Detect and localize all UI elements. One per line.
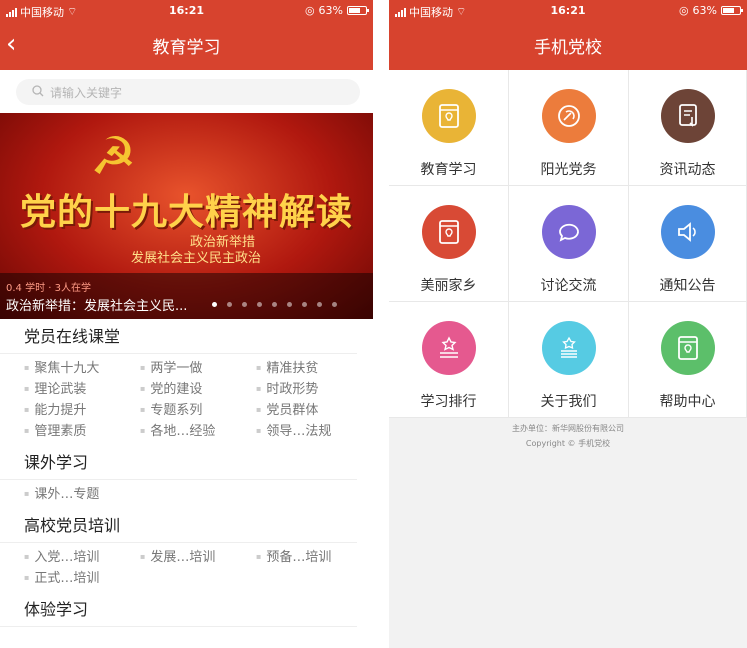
- nav-bar: ‹ 教育学习: [0, 20, 373, 70]
- course-category-link[interactable]: 各地…经验: [140, 421, 256, 442]
- grid-tile[interactable]: 学习排行: [389, 302, 509, 418]
- section-items: 入党…培训发展…培训预备…培训正式…培训: [0, 543, 373, 593]
- carousel-dot[interactable]: [272, 302, 277, 307]
- course-category-link[interactable]: 发展…培训: [140, 547, 256, 568]
- course-category-link[interactable]: 课外…专题: [24, 484, 140, 505]
- section-title: 课外学习: [0, 446, 357, 480]
- course-list: 党员在线课堂聚焦十九大两学一做精准扶贫理论武装党的建设时政形势能力提升专题系列党…: [0, 320, 373, 627]
- section-items: 聚焦十九大两学一做精准扶贫理论武装党的建设时政形势能力提升专题系列党员群体管理素…: [0, 354, 373, 446]
- party-emblem-icon: ☭: [90, 127, 137, 187]
- grid-tile-label: 学习排行: [420, 394, 477, 410]
- alarm-icon: ◎: [678, 4, 689, 17]
- emblem-icon: [541, 89, 596, 143]
- banner-caption-bar: 0.4 学时 · 3人在学 政治新举措：发展社会主义民...: [0, 273, 373, 319]
- grid-tile[interactable]: 阳光党务: [509, 70, 629, 186]
- carousel-dot[interactable]: [302, 302, 307, 307]
- section-title: 体验学习: [0, 593, 357, 627]
- grid-tile[interactable]: 通知公告: [629, 186, 747, 302]
- section-title: 高校党员培训: [0, 509, 357, 543]
- carousel-dot[interactable]: [257, 302, 262, 307]
- course-category-link[interactable]: 预备…培训: [256, 547, 372, 568]
- nav-bar: 手机党校: [389, 20, 747, 70]
- search-input[interactable]: 请输入关键字: [16, 79, 360, 105]
- grid-tile-label: 帮助中心: [659, 394, 716, 410]
- section-items: 课外…专题: [0, 480, 373, 509]
- footer-copyright: Copyright © 手机党校: [525, 439, 611, 448]
- grid-tile-label: 通知公告: [659, 278, 716, 294]
- carousel-dot[interactable]: [242, 302, 247, 307]
- page-title: 教育学习: [152, 38, 221, 58]
- status-bar: 中国移动 ⌔ 16:21 ◎ 63%: [0, 0, 373, 20]
- search-placeholder: 请输入关键字: [50, 85, 123, 100]
- grid-tile-label: 讨论交流: [540, 278, 597, 294]
- course-category-link[interactable]: 两学一做: [140, 358, 256, 379]
- speaker-icon: [660, 205, 715, 259]
- course-category-link[interactable]: 精准扶贫: [256, 358, 372, 379]
- chat-icon: [541, 205, 596, 259]
- course-category-link[interactable]: 聚焦十九大: [24, 358, 140, 379]
- banner-subtitle-2: 发展社会主义民主政治: [130, 251, 261, 266]
- section-title: 党员在线课堂: [0, 320, 357, 354]
- carousel-dot[interactable]: [332, 302, 337, 307]
- carousel-dot[interactable]: [212, 302, 217, 307]
- feature-grid: 教育学习 阳光党务 资讯动态美丽家乡 讨论交流 通知公告学习排行 关于我们 帮助中心: [389, 70, 747, 418]
- book-icon: [421, 89, 476, 143]
- grid-tile[interactable]: 教育学习: [389, 70, 509, 186]
- battery-icon: [721, 6, 743, 15]
- course-category-link[interactable]: 党员群体: [256, 400, 372, 421]
- carousel-dot[interactable]: [227, 302, 232, 307]
- status-bar: 中国移动 ⌔ 16:21 ◎ 63%: [389, 0, 747, 20]
- course-category-link[interactable]: 领导…法规: [256, 421, 372, 442]
- rank-icon: [421, 321, 476, 375]
- banner-carousel[interactable]: ☭ 党的十九大精神解读 政治新举措 发展社会主义民主政治 0.4 学时 · 3人…: [0, 113, 373, 319]
- grid-tile-label: 关于我们: [540, 394, 597, 410]
- banner-caption: 政治新举措：发展社会主义民...: [6, 299, 188, 314]
- grid-tile-label: 美丽家乡: [420, 278, 477, 294]
- left-screen: 中国移动 ⌔ 16:21 ◎ 63% ‹ 教育学习 请输入关键字 ☭ 党的十九大…: [0, 0, 373, 648]
- banner-title: 党的十九大精神解读: [19, 192, 353, 233]
- carousel-dots[interactable]: [212, 302, 337, 307]
- grid-tile-label: 资讯动态: [659, 162, 716, 178]
- grid-tile-label: 阳光党务: [540, 162, 597, 178]
- carousel-dot[interactable]: [287, 302, 292, 307]
- course-category-link[interactable]: 管理素质: [24, 421, 140, 442]
- banner-meta: 0.4 学时 · 3人在学: [6, 283, 91, 294]
- carousel-dot[interactable]: [317, 302, 322, 307]
- news-icon: [660, 89, 715, 143]
- grid-tile[interactable]: 关于我们: [509, 302, 629, 418]
- course-category-link[interactable]: 正式…培训: [24, 568, 140, 589]
- grid-tile[interactable]: 资讯动态: [629, 70, 747, 186]
- page-title: 手机党校: [534, 38, 602, 58]
- right-screen: 中国移动 ⌔ 16:21 ◎ 63% 手机党校 教育学习 阳光党务 资讯动态美丽家乡…: [389, 0, 747, 648]
- course-category-link[interactable]: 入党…培训: [24, 547, 140, 568]
- battery-percent: 63%: [318, 4, 343, 17]
- help-book-icon: [660, 321, 715, 375]
- alarm-icon: ◎: [304, 4, 315, 17]
- course-category-link[interactable]: 专题系列: [140, 400, 256, 421]
- grid-tile[interactable]: 帮助中心: [629, 302, 747, 418]
- about-icon: [541, 321, 596, 375]
- grid-tile[interactable]: 讨论交流: [509, 186, 629, 302]
- course-category-link[interactable]: 能力提升: [24, 400, 140, 421]
- grid-tile-label: 教育学习: [420, 162, 477, 178]
- course-category-link[interactable]: 党的建设: [140, 379, 256, 400]
- search-icon: [32, 84, 44, 100]
- book-icon: [421, 205, 476, 259]
- divider: [373, 0, 389, 648]
- battery-percent: 63%: [692, 4, 717, 17]
- battery-icon: [347, 6, 369, 15]
- grid-tile[interactable]: 美丽家乡: [389, 186, 509, 302]
- course-category-link[interactable]: 理论武装: [24, 379, 140, 400]
- footer-sponsor: 主办单位：新华网股份有限公司: [512, 424, 624, 433]
- course-category-link[interactable]: 时政形势: [256, 379, 372, 400]
